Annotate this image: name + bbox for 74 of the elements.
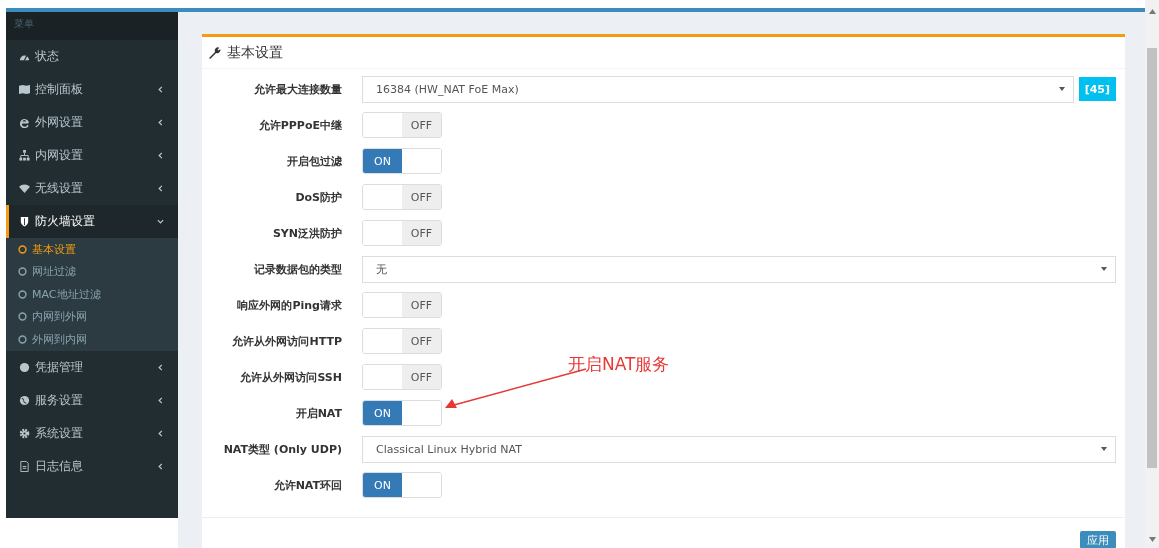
submenu-item[interactable]: 外网到内网 (6, 328, 178, 351)
ring-icon (18, 267, 27, 277)
toggle-switch[interactable]: OFF (362, 364, 442, 390)
chevron-left-icon (157, 462, 164, 470)
chevron-left-icon (157, 86, 164, 93)
field-label: NAT类型 (Only UDP) (222, 441, 342, 457)
sitemap-icon (19, 150, 30, 161)
toggle-switch[interactable]: OFF (362, 292, 442, 318)
toggle-switch[interactable]: ON (362, 148, 442, 174)
submenu-item[interactable]: 网址过滤 (6, 260, 178, 283)
ring-icon (18, 244, 27, 254)
count-badge: [45] (1078, 77, 1116, 101)
sidebar-item[interactable]: 无线设置 (6, 172, 178, 205)
field-label: 开启包过滤 (286, 153, 342, 169)
caret-icon (1058, 87, 1065, 91)
field-label: 允许最大连接数量 (253, 81, 342, 97)
scroll-up-icon[interactable] (1148, 9, 1156, 14)
field-label: 开启NAT (294, 405, 342, 421)
sidebar-item[interactable]: 凭据管理 (6, 350, 178, 384)
globe-icon (19, 394, 30, 406)
sidebar-item[interactable]: 系统设置 (6, 416, 178, 450)
submenu-item[interactable]: 基本设置 (6, 238, 178, 261)
circle-icon (19, 361, 30, 373)
field-label: 允许从外网访问HTTP (231, 333, 342, 349)
caret-icon (1101, 267, 1107, 271)
chevron-left-icon (157, 185, 164, 192)
sidebar-item[interactable]: 内网设置 (6, 139, 178, 172)
sidebar-item[interactable]: 外网设置 (6, 106, 178, 139)
field-label: 允许NAT环回 (272, 477, 342, 493)
document-icon (19, 460, 30, 472)
field-label: DoS防护 (294, 189, 342, 205)
wifi-icon (19, 183, 30, 194)
dropdown[interactable]: Classical Linux Hybrid NAT (362, 435, 1116, 463)
field-label: SYN泛洪防护 (271, 225, 342, 241)
scroll-down-icon[interactable] (1148, 537, 1156, 542)
toggle-switch[interactable]: ON (362, 472, 442, 498)
dropdown[interactable]: 16384 (HW_NAT FoE Max) (362, 75, 1074, 103)
submenu-item[interactable]: MAC地址过滤 (6, 283, 178, 306)
toggle-switch[interactable]: OFF (362, 220, 442, 246)
wrench-icon (208, 46, 221, 59)
ring-icon (18, 334, 27, 344)
sidebar-item[interactable]: 服务设置 (6, 383, 178, 417)
chevron-left-icon (157, 152, 164, 159)
panel-title: 基本设置 (227, 43, 283, 62)
chevron-left-icon (157, 396, 164, 404)
field-label: 响应外网的Ping请求 (236, 297, 342, 313)
caret-icon (1101, 447, 1107, 451)
sidebar-item[interactable]: 防火墙设置 (6, 205, 178, 238)
ring-icon (18, 312, 27, 322)
scrollbar[interactable] (1145, 0, 1159, 548)
field-label: 允许PPPoE中继 (257, 117, 342, 133)
sidebar-item[interactable]: 状态 (6, 40, 178, 73)
chevron-left-icon (157, 363, 164, 371)
sidebar-item[interactable]: 日志信息 (6, 449, 178, 483)
sidebar-item[interactable]: 控制面板 (6, 73, 178, 106)
apply-button[interactable]: 应用 (1080, 531, 1116, 548)
chevron-down-icon (157, 218, 164, 225)
field-label: 记录数据包的类型 (253, 261, 342, 277)
annotation-text: 开启NAT服务 (568, 353, 670, 376)
toggle-switch[interactable]: OFF (362, 328, 442, 354)
letter-e-icon (19, 117, 30, 128)
toggle-switch[interactable]: OFF (362, 112, 442, 138)
gear-icon (19, 427, 30, 439)
chevron-left-icon (157, 429, 164, 437)
toggle-switch[interactable]: OFF (362, 184, 442, 210)
dropdown[interactable]: 无 (362, 255, 1116, 283)
toggle-switch[interactable]: ON (362, 400, 442, 426)
shield-icon (19, 216, 30, 227)
scrollbar-thumb[interactable] (1147, 48, 1157, 468)
field-label: 允许从外网访问SSH (239, 369, 342, 385)
map-icon (19, 84, 30, 95)
ring-icon (18, 289, 27, 299)
chevron-left-icon (157, 119, 164, 126)
submenu-item[interactable]: 内网到外网 (6, 305, 178, 328)
